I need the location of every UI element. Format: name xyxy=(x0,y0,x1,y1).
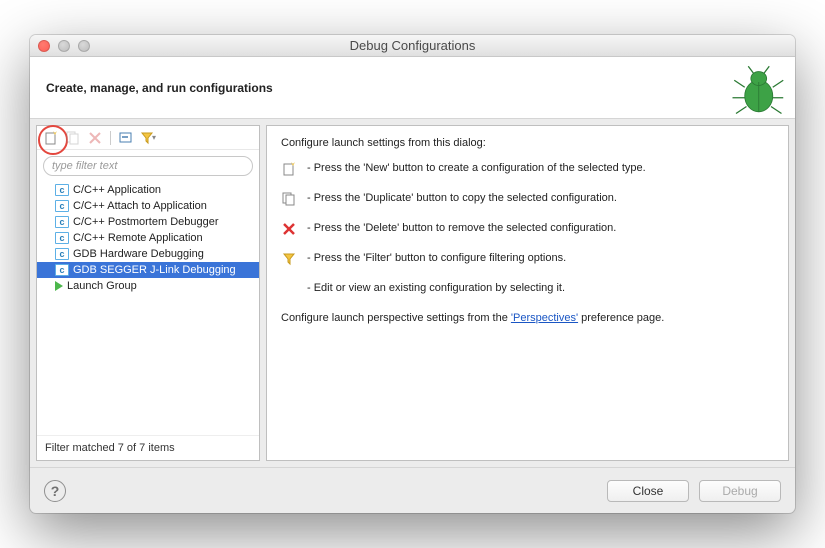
new-icon xyxy=(281,161,297,177)
duplicate-icon xyxy=(281,191,297,207)
delete-config-button[interactable] xyxy=(85,128,105,148)
tree-item-label: GDB SEGGER J-Link Debugging xyxy=(73,264,236,276)
launch-group-icon xyxy=(55,281,63,291)
instruction-text: - Press the 'New' button to create a con… xyxy=(307,161,646,176)
instruction-row: - Press the 'Delete' button to remove th… xyxy=(281,221,774,237)
delete-icon xyxy=(89,132,101,144)
instruction-row: - Press the 'Duplicate' button to copy t… xyxy=(281,191,774,207)
footer-post: preference page. xyxy=(578,312,664,324)
bug-icon xyxy=(729,61,785,117)
close-window-button[interactable] xyxy=(38,40,50,52)
collapse-icon xyxy=(119,131,133,145)
collapse-all-button[interactable] xyxy=(116,128,136,148)
tree-item-label: GDB Hardware Debugging xyxy=(73,248,204,260)
debug-button[interactable]: Debug xyxy=(699,480,781,502)
instruction-text: - Press the 'Delete' button to remove th… xyxy=(307,221,616,236)
minimize-window-button[interactable] xyxy=(58,40,70,52)
titlebar: Debug Configurations xyxy=(30,35,795,57)
filter-icon xyxy=(281,251,297,267)
main-area: ▾ type filter text c C/C++ Application c… xyxy=(30,119,795,467)
duplicate-config-button[interactable] xyxy=(63,128,83,148)
footer-pre: Configure launch perspective settings fr… xyxy=(281,312,511,324)
instruction-text: - Press the 'Filter' button to configure… xyxy=(307,251,566,266)
filter-placeholder: type filter text xyxy=(52,160,117,172)
left-panel: ▾ type filter text c C/C++ Application c… xyxy=(36,125,260,461)
tree-item[interactable]: c C/C++ Attach to Application xyxy=(37,198,259,214)
instruction-row: - Edit or view an existing configuration… xyxy=(281,281,774,297)
instructions-intro: Configure launch settings from this dial… xyxy=(281,136,774,151)
window-title: Debug Configurations xyxy=(30,38,795,53)
close-button[interactable]: Close xyxy=(607,480,689,502)
tree-item-label: C/C++ Attach to Application xyxy=(73,200,207,212)
tree-item-label: Launch Group xyxy=(67,280,137,292)
delete-icon xyxy=(281,221,297,237)
c-config-icon: c xyxy=(55,184,69,196)
dialog-footer: ? Close Debug xyxy=(30,467,795,513)
instructions-footer: Configure launch perspective settings fr… xyxy=(281,311,774,326)
instruction-row: - Press the 'New' button to create a con… xyxy=(281,161,774,177)
config-tree[interactable]: c C/C++ Application c C/C++ Attach to Ap… xyxy=(37,180,259,435)
tree-item-label: C/C++ Application xyxy=(73,184,161,196)
tree-item[interactable]: c C/C++ Application xyxy=(37,182,259,198)
tree-item[interactable]: c GDB Hardware Debugging xyxy=(37,246,259,262)
dialog-header: Create, manage, and run configurations xyxy=(30,57,795,119)
dialog-header-title: Create, manage, and run configurations xyxy=(46,81,273,95)
filter-input[interactable]: type filter text xyxy=(43,156,253,176)
new-icon xyxy=(44,131,58,145)
c-config-icon: c xyxy=(55,264,69,276)
instruction-text: - Press the 'Duplicate' button to copy t… xyxy=(307,191,617,206)
duplicate-icon xyxy=(66,131,80,145)
tree-item[interactable]: Launch Group xyxy=(37,278,259,294)
zoom-window-button[interactable] xyxy=(78,40,90,52)
c-config-icon: c xyxy=(55,200,69,212)
window-controls xyxy=(38,40,90,52)
instruction-row: - Press the 'Filter' button to configure… xyxy=(281,251,774,267)
config-toolbar: ▾ xyxy=(37,126,259,150)
tree-item-label: C/C++ Postmortem Debugger xyxy=(73,216,219,228)
c-config-icon: c xyxy=(55,248,69,260)
new-config-button[interactable] xyxy=(41,128,61,148)
dialog-window: Debug Configurations Create, manage, and… xyxy=(30,35,795,513)
tree-item[interactable]: c C/C++ Postmortem Debugger xyxy=(37,214,259,230)
tree-item[interactable]: c C/C++ Remote Application xyxy=(37,230,259,246)
dropdown-arrow-icon: ▾ xyxy=(152,133,156,142)
c-config-icon: c xyxy=(55,232,69,244)
perspectives-link[interactable]: 'Perspectives' xyxy=(511,312,578,324)
tree-item-selected[interactable]: c GDB SEGGER J-Link Debugging xyxy=(37,262,259,278)
blank-icon xyxy=(281,281,297,297)
tree-item-label: C/C++ Remote Application xyxy=(73,232,203,244)
filter-button[interactable]: ▾ xyxy=(138,128,158,148)
filter-status: Filter matched 7 of 7 items xyxy=(37,435,259,460)
instruction-text: - Edit or view an existing configuration… xyxy=(307,281,565,296)
help-button[interactable]: ? xyxy=(44,480,66,502)
right-panel: Configure launch settings from this dial… xyxy=(266,125,789,461)
c-config-icon: c xyxy=(55,216,69,228)
toolbar-separator xyxy=(110,131,111,145)
